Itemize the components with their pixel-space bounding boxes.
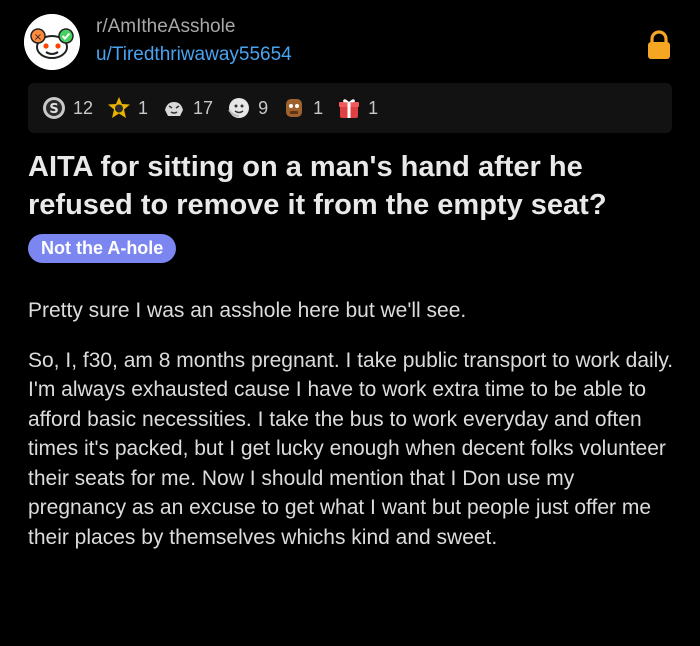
post-paragraph: So, I, f30, am 8 months pregnant. I take… <box>28 348 674 549</box>
award-wholesome[interactable]: 17 <box>162 96 213 120</box>
gift-icon <box>337 96 361 120</box>
award-count: 1 <box>313 97 324 118</box>
bravo-icon <box>282 96 306 120</box>
post-body: Pretty sure I was an asshole here but we… <box>28 296 678 572</box>
post-flair[interactable]: Not the A-hole <box>28 234 177 263</box>
award-count: 1 <box>368 97 379 118</box>
svg-text:×: × <box>34 32 42 43</box>
subreddit-name[interactable]: r/AmItheAsshole <box>96 16 235 38</box>
lock-icon <box>646 30 672 60</box>
awards-bar[interactable]: S 12 1 17 9 1 1 <box>28 83 672 133</box>
post-paragraph: Pretty sure I was an asshole here but we… <box>28 299 467 322</box>
hugz-icon <box>227 96 251 120</box>
award-count: 9 <box>258 97 269 118</box>
award-silver[interactable]: S 12 <box>42 96 93 120</box>
award-gift[interactable]: 1 <box>337 96 378 120</box>
award-helpful[interactable]: 1 <box>107 96 148 120</box>
award-bravo[interactable]: 1 <box>282 96 323 120</box>
award-count: 12 <box>73 97 94 118</box>
wholesome-icon <box>162 96 186 120</box>
award-hugz[interactable]: 9 <box>227 96 268 120</box>
subreddit-avatar-icon[interactable]: × <box>24 14 80 70</box>
award-count: 1 <box>138 97 149 118</box>
award-count: 17 <box>193 97 214 118</box>
post-title: AITA for sitting on a man's hand after h… <box>28 151 607 221</box>
silver-icon: S <box>42 96 66 120</box>
helpful-icon <box>107 96 131 120</box>
svg-text:S: S <box>49 102 58 117</box>
author-username[interactable]: u/Tiredthriwaway55654 <box>96 44 292 66</box>
post-header: × r/AmItheAsshole u/Tiredthriwaway55654 <box>24 14 676 70</box>
